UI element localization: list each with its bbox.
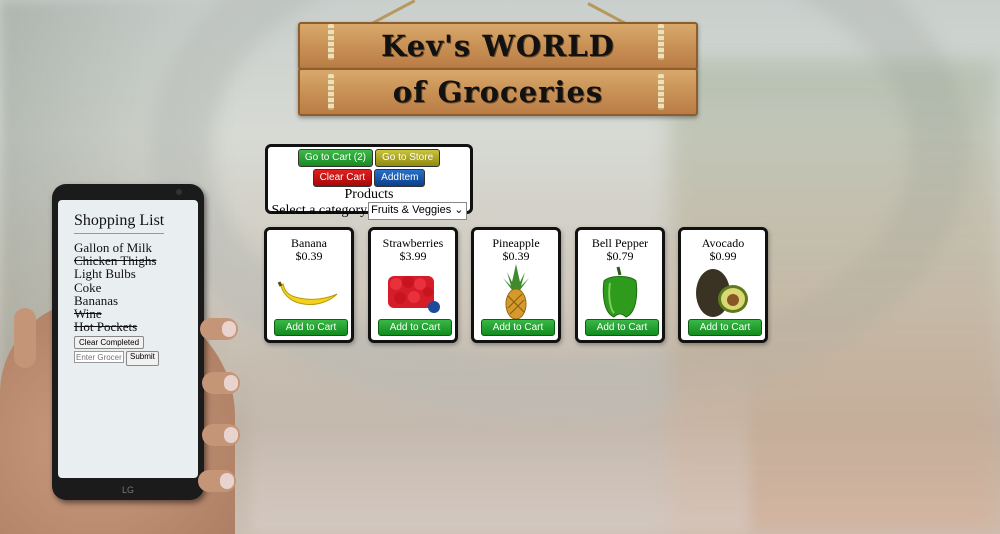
rope-knot [328, 24, 334, 60]
rope-knot [658, 74, 664, 110]
product-price: $0.39 [295, 249, 323, 263]
sign-title: Kev's WORLD [381, 29, 615, 63]
go-to-store-button[interactable]: Go to Store [375, 149, 441, 167]
shopping-list-title: Shopping List [74, 212, 165, 229]
finger [202, 424, 240, 446]
product-card-strawberries: Strawberries $3.99 Add to Cart [368, 227, 458, 343]
add-to-cart-button[interactable]: Add to Cart [274, 319, 348, 336]
add-to-cart-button[interactable]: Add to Cart [585, 319, 659, 336]
pineapple-icon [474, 263, 558, 321]
add-to-cart-button[interactable]: Add to Cart [688, 319, 762, 336]
category-select[interactable]: Fruits & Veggies ⌄ [368, 202, 467, 220]
store-controls: Go to Cart (2) Go to Store Clear Cart Ad… [265, 144, 473, 220]
phone-brand-logo: LG [121, 485, 134, 495]
strawberries-icon [371, 263, 455, 321]
finger [202, 372, 240, 394]
product-card-banana: Banana $0.39 Add to Cart [264, 227, 354, 343]
bell-pepper-icon [578, 263, 662, 321]
sign-plank-bottom: of Groceries [298, 68, 698, 116]
product-price: $0.79 [606, 249, 634, 263]
sign-subtitle: of Groceries [392, 75, 604, 109]
grocery-input[interactable] [74, 351, 124, 363]
list-item[interactable]: Coke [74, 280, 156, 293]
category-label: Select a category [271, 203, 368, 218]
chevron-down-icon: ⌄ [454, 204, 464, 216]
thumb [14, 308, 36, 368]
add-item-button[interactable]: AddItem [374, 169, 426, 187]
product-price: $0.39 [502, 249, 530, 263]
go-to-cart-button[interactable]: Go to Cart (2) [297, 149, 373, 167]
products-heading: Products [344, 187, 394, 202]
finger [200, 318, 238, 340]
list-item[interactable]: Light Bulbs [74, 267, 156, 280]
banana-icon [267, 263, 351, 321]
product-card-bell-pepper: Bell Pepper $0.79 Add to Cart [575, 227, 665, 343]
submit-button[interactable]: Submit [126, 351, 159, 366]
camera-icon [176, 189, 182, 195]
sign-plank-top: Kev's WORLD [298, 22, 698, 70]
clear-cart-button[interactable]: Clear Cart [312, 169, 373, 187]
product-card-avocado: Avocado $0.99 Add to Cart [678, 227, 768, 343]
clear-completed-button[interactable]: Clear Completed [74, 336, 145, 349]
category-selected-value: Fruits & Veggies [371, 204, 452, 216]
shopping-list-items: Gallon of Milk Chicken Thighs Light Bulb… [74, 241, 156, 334]
store-sign: Kev's WORLD of Groceries [298, 0, 698, 116]
list-item[interactable]: Hot Pockets [74, 320, 156, 333]
shopping-list-divider [74, 233, 164, 234]
product-card-pineapple: Pineapple $0.39 Add to Cart [471, 227, 561, 343]
rope-knot [658, 24, 664, 60]
finger [198, 470, 236, 492]
product-price: $0.99 [709, 249, 737, 263]
product-price: $3.99 [399, 249, 427, 263]
avocado-icon [681, 263, 765, 321]
add-to-cart-button[interactable]: Add to Cart [378, 319, 452, 336]
add-to-cart-button[interactable]: Add to Cart [481, 319, 555, 336]
rope-knot [328, 74, 334, 110]
